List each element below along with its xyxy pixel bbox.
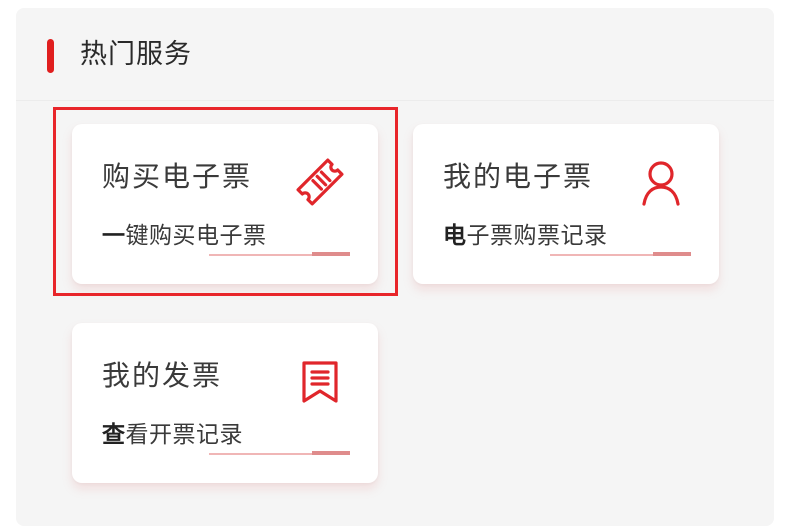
section-title: 热门服务: [80, 39, 192, 70]
user-icon: [633, 154, 689, 210]
section-accent-bar: [47, 39, 54, 73]
card-subtitle: 电子票购票记录: [443, 223, 608, 249]
subtitle-underline-accent: [312, 252, 350, 256]
subtitle-underline-accent: [312, 451, 350, 455]
my-invoice-card[interactable]: 我的发票 查看开票记录: [72, 323, 378, 483]
card-title: 我的发票: [102, 359, 223, 392]
card-title: 我的电子票: [443, 160, 594, 193]
card-subtitle: 一键购买电子票: [102, 223, 267, 249]
subtitle-underline: [550, 254, 653, 256]
bookmark-list-icon: [292, 353, 348, 409]
buy-e-ticket-card[interactable]: 购买电子票 一键购买电子票: [72, 124, 378, 284]
ticket-icon: [292, 154, 348, 210]
card-subtitle: 查看开票记录: [102, 422, 243, 448]
card-title: 购买电子票: [102, 160, 253, 193]
subtitle-underline: [209, 254, 312, 256]
my-e-ticket-card[interactable]: 我的电子票 电子票购票记录: [413, 124, 719, 284]
section-header: 热门服务: [16, 8, 774, 101]
subtitle-underline-accent: [653, 252, 691, 256]
subtitle-underline: [209, 453, 312, 455]
